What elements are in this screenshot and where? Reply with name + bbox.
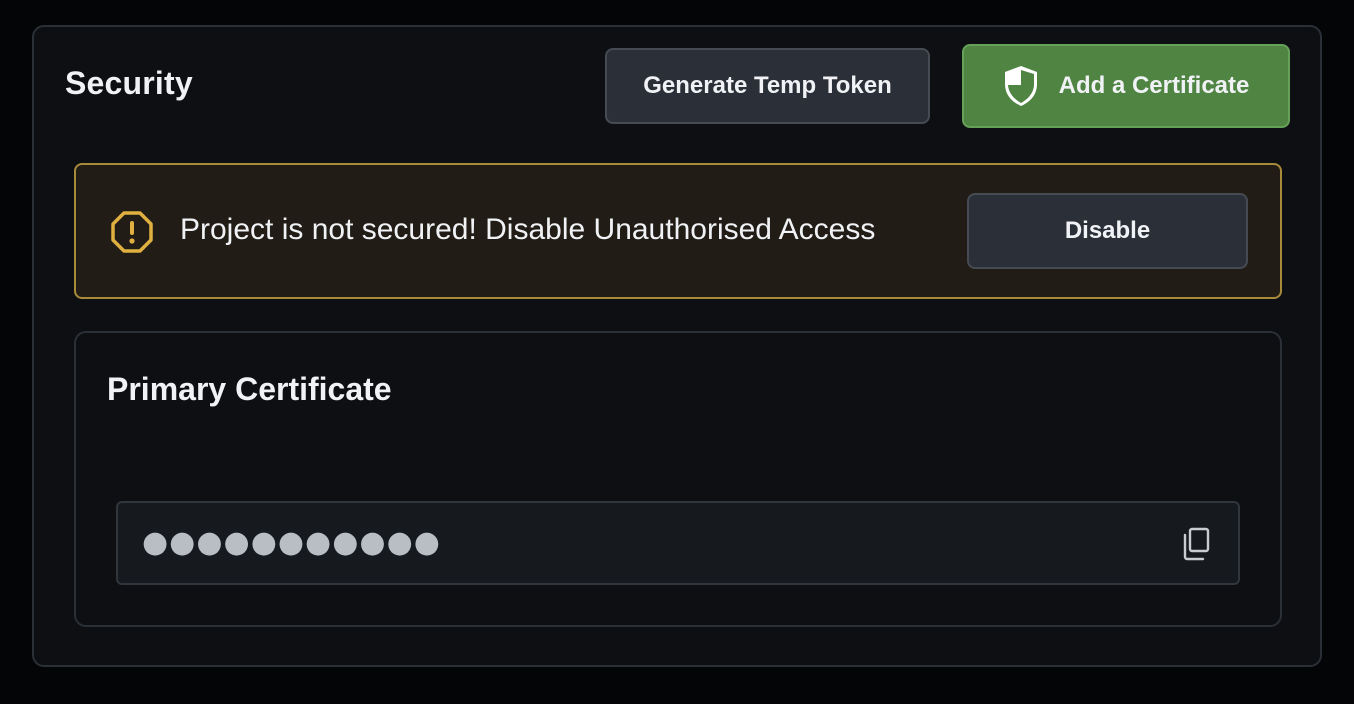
section-title: Security [65, 65, 193, 101]
security-warning-alert: Project is not secured! Disable Unauthor… [74, 163, 1282, 299]
generate-temp-token-button[interactable]: Generate Temp Token [605, 48, 930, 124]
disable-label: Disable [1064, 217, 1151, 244]
shield-icon [1003, 65, 1039, 107]
primary-certificate-card: Primary Certificate ●●●●●●●●●●● [74, 331, 1282, 627]
add-certificate-label: Add a Certificate [1058, 72, 1250, 99]
generate-temp-token-label: Generate Temp Token [643, 72, 892, 99]
certificate-title: Primary Certificate [107, 371, 392, 407]
certificate-secret-field[interactable]: ●●●●●●●●●●● [116, 501, 1240, 585]
security-panel: Security Generate Temp Token Add a Certi… [32, 25, 1322, 667]
disable-button[interactable]: Disable [967, 193, 1248, 269]
warning-message: Project is not secured! Disable Unauthor… [180, 213, 876, 246]
warning-octagon-icon [110, 210, 154, 254]
certificate-masked-value: ●●●●●●●●●●● [142, 525, 441, 560]
add-certificate-button[interactable]: Add a Certificate [962, 44, 1290, 128]
copy-icon[interactable] [1178, 525, 1214, 563]
